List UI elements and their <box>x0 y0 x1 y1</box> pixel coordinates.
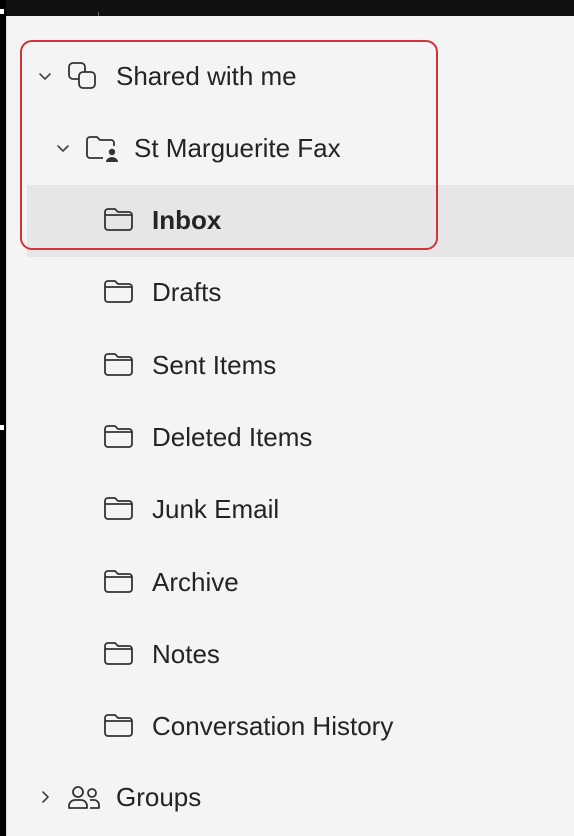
shared-icon <box>68 62 96 89</box>
folder-item[interactable]: Junk Email <box>27 474 574 546</box>
folder-icon <box>104 714 133 737</box>
resize-handle[interactable] <box>0 424 5 431</box>
chevron-right-icon[interactable] <box>37 789 53 805</box>
folder-item-label: Drafts <box>152 277 222 308</box>
folder-icon <box>104 641 133 665</box>
shared-with-me-node[interactable]: Shared with me <box>27 41 574 113</box>
folder-icon <box>104 352 133 376</box>
folder-item-label: Deleted Items <box>152 421 313 452</box>
folder-item-label: Junk Email <box>152 494 280 525</box>
folder-item-label: Archive <box>152 566 239 597</box>
groups-label: Groups <box>116 782 202 812</box>
groups-node[interactable]: Groups <box>27 762 574 834</box>
folder-item[interactable]: Drafts <box>27 257 574 329</box>
chevron-down-icon[interactable] <box>55 140 71 156</box>
folder-icon <box>104 208 133 231</box>
folder-icon <box>104 569 133 593</box>
resize-handle[interactable] <box>0 8 5 15</box>
shared-mailbox-label: St Marguerite Fax <box>134 133 341 163</box>
folder-item[interactable]: Archive <box>27 547 574 619</box>
folder-icon <box>104 280 133 304</box>
chevron-down-icon[interactable] <box>37 68 53 84</box>
shared-with-me-label: Shared with me <box>116 61 297 91</box>
shared-folder-icon <box>86 136 118 162</box>
folder-item[interactable]: Inbox <box>27 185 574 257</box>
folder-item-label: Sent Items <box>152 349 277 380</box>
folder-icon <box>104 497 133 521</box>
folder-icon <box>104 424 133 448</box>
folder-item-label: Conversation History <box>152 711 394 742</box>
folder-item[interactable]: Deleted Items <box>27 402 574 474</box>
folder-item[interactable]: Sent Items <box>27 330 574 402</box>
folder-item[interactable]: Conversation History <box>27 691 574 763</box>
folder-item-label: Inbox <box>152 205 222 235</box>
folder-pane: Shared with me St Marguerite Fax Inbox Dr… <box>6 16 574 836</box>
groups-icon <box>68 786 100 809</box>
shared-mailbox-node[interactable]: St Marguerite Fax <box>27 113 574 185</box>
folder-item-label: Notes <box>152 638 220 669</box>
window-top-bar <box>0 0 574 18</box>
folder-item[interactable]: Notes <box>27 619 574 691</box>
